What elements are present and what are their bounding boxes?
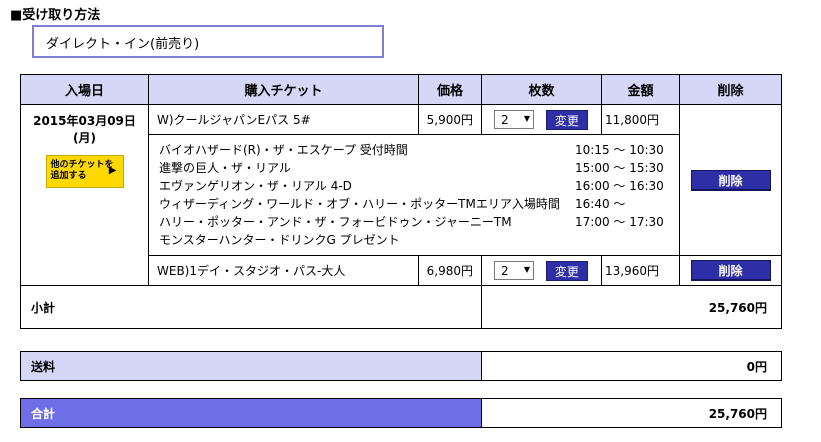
shipping-row: 送料 0円	[20, 351, 782, 381]
quantity-select[interactable]: 2 ▼	[494, 110, 534, 129]
shipping-value: 0円	[481, 351, 782, 381]
table-row: 2015年03月09日 (月) 他のチケットを 追加する ▶ W)クールジャパン…	[20, 104, 782, 286]
triangle-down-icon: ▼	[523, 114, 530, 123]
col-header-amount: 金額	[601, 74, 680, 105]
quantity-cell: 2 ▼ 変更	[481, 104, 602, 135]
add-other-ticket-label: 他のチケットを 追加する	[50, 160, 114, 181]
detail-item: エヴァンゲリオン・ザ・リアル 4-D 16:00 ～ 16:30	[159, 179, 664, 193]
col-header-ticket: 購入チケット	[148, 74, 419, 105]
ticket-price: 6,980円	[418, 255, 482, 286]
detail-item: ハリー・ポッター・アンド・ザ・フォービドゥン・ジャーニーTM 17:00 ～ 17…	[159, 215, 664, 229]
entry-date: 2015年03月09日	[33, 114, 136, 128]
receive-method-value: ダイレクト・イン(前売り)	[32, 25, 384, 58]
cart-header-row: 入場日 購入チケット 価格 枚数 金額 削除	[20, 74, 782, 105]
quantity-select[interactable]: 2 ▼	[494, 261, 534, 280]
shipping-label: 送料	[20, 351, 482, 381]
delete-button[interactable]: 削除	[690, 260, 771, 281]
grand-total-value: 25,760円	[481, 398, 782, 428]
grand-total-row: 合計 25,760円	[20, 398, 782, 428]
ticket-amount: 13,960円	[601, 255, 680, 286]
delete-cell: 削除	[679, 255, 782, 286]
grand-total-table: 合計 25,760円	[20, 398, 782, 428]
ticket-amount: 11,800円	[601, 104, 680, 135]
entry-weekday: (月)	[73, 131, 96, 145]
ticket-price: 5,900円	[418, 104, 482, 135]
col-header-price: 価格	[418, 74, 482, 105]
shipping-table: 送料 0円	[20, 351, 782, 381]
ticket-name: W)クールジャパンEパス 5#	[148, 104, 419, 135]
arrow-right-icon: ▶	[108, 165, 117, 176]
ticket-details: バイオハザード(R)・ザ・エスケープ 受付時間 10:15 ～ 10:30 進撃の…	[148, 134, 680, 256]
detail-item: バイオハザード(R)・ザ・エスケープ 受付時間 10:15 ～ 10:30	[159, 143, 664, 157]
change-quantity-button[interactable]: 変更	[545, 109, 588, 130]
detail-item: 進撃の巨人・ザ・リアル 15:00 ～ 15:30	[159, 161, 664, 175]
subtotal-label: 小計	[20, 285, 482, 329]
ticket-name: WEB)1デイ・スタジオ・パス-大人	[148, 255, 419, 286]
subtotal-row: 小計 25,760円	[20, 285, 782, 329]
receive-method-title: ■受け取り方法	[10, 8, 101, 23]
grand-total-label: 合計	[20, 398, 482, 428]
entry-date-cell: 2015年03月09日 (月) 他のチケットを 追加する ▶	[20, 104, 149, 286]
add-other-ticket-button[interactable]: 他のチケットを 追加する ▶	[45, 155, 124, 188]
detail-item: モンスターハンター・ドリンクG プレゼント	[159, 233, 400, 247]
col-header-entry-date: 入場日	[20, 74, 149, 105]
triangle-down-icon: ▼	[523, 265, 530, 274]
quantity-cell: 2 ▼ 変更	[481, 255, 602, 286]
cart-table: 入場日 購入チケット 価格 枚数 金額 削除 2015年03月09日 (月) 他…	[20, 74, 782, 329]
subtotal-value: 25,760円	[481, 285, 782, 329]
col-header-quantity: 枚数	[481, 74, 602, 105]
delete-cell: 削除	[679, 104, 782, 256]
detail-item: ウィザーディング・ワールド・オブ・ハリー・ポッターTMエリア入場時間 16:40 …	[159, 197, 626, 211]
col-header-delete: 削除	[679, 74, 782, 105]
delete-button[interactable]: 削除	[690, 169, 771, 191]
change-quantity-button[interactable]: 変更	[545, 260, 588, 281]
